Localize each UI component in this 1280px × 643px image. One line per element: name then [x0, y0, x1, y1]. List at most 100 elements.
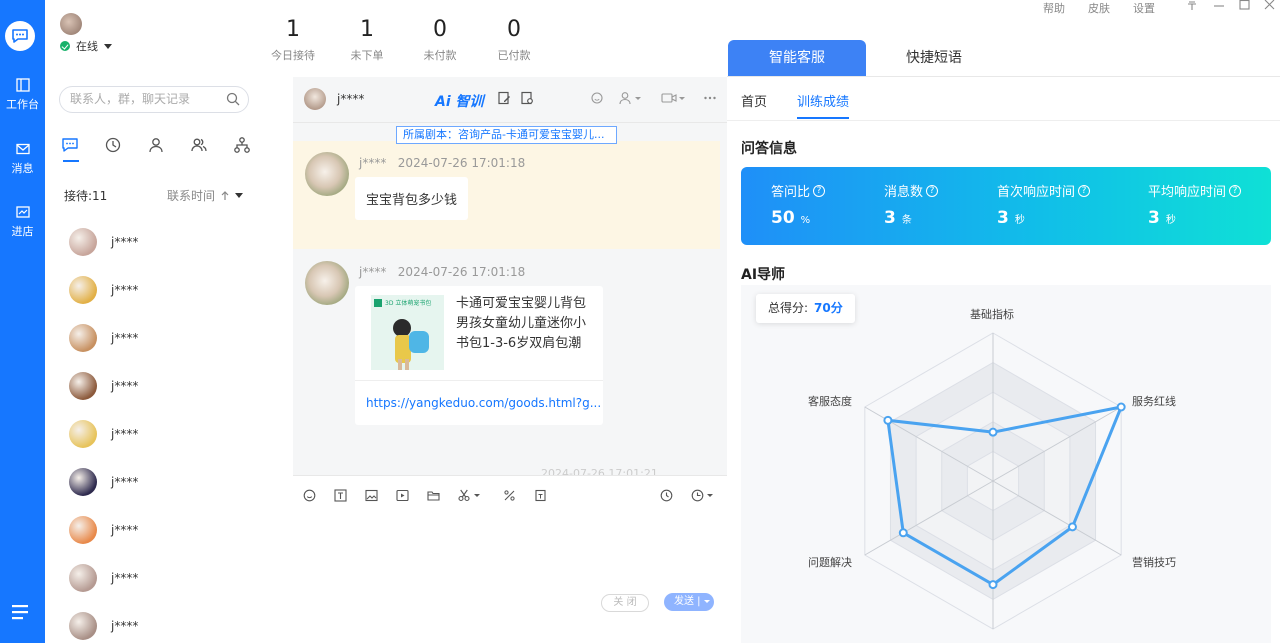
avatar	[69, 420, 97, 448]
schedule-icon[interactable]	[691, 489, 715, 502]
sender-name: j****	[359, 265, 387, 279]
rail-item-message[interactable]: 消息	[0, 142, 45, 176]
product-image-caption: 3D 立体萌宠书包	[385, 300, 432, 307]
avatar	[69, 516, 97, 544]
avatar[interactable]	[305, 152, 349, 196]
contact-name: j****	[111, 235, 139, 249]
list-item[interactable]: j****	[45, 458, 293, 506]
order-icon[interactable]	[534, 489, 547, 502]
chat-logo-icon[interactable]	[5, 21, 35, 51]
edit-icon[interactable]	[497, 91, 511, 105]
avatar	[69, 468, 97, 496]
sender-name: j****	[359, 156, 387, 170]
tab-org[interactable]	[233, 136, 251, 154]
stat-label: 今日接待	[271, 49, 315, 62]
contact-name: j****	[111, 619, 139, 633]
list-item[interactable]: j****	[45, 554, 293, 602]
video-file-icon[interactable]	[396, 489, 409, 502]
close-button[interactable]: 关 闭	[601, 594, 649, 612]
user-menu-icon[interactable]	[619, 91, 643, 105]
send-label: 发送 |	[674, 596, 701, 607]
message-bubble[interactable]: 宝宝背包多少钱	[355, 177, 469, 220]
chevron-down-icon	[104, 43, 112, 49]
list-item[interactable]: j****	[45, 362, 293, 410]
contact-name: j****	[111, 523, 139, 537]
contact-name: j****	[111, 475, 139, 489]
sort-dropdown[interactable]: 联系时间	[167, 187, 244, 204]
brand-badge	[374, 299, 382, 307]
product-title: 卡通可爱宝宝婴儿背包男孩女童幼儿童迷你小书包1-3-6岁双肩包潮	[456, 296, 587, 351]
scissors-icon[interactable]	[458, 489, 482, 502]
avatar	[69, 228, 97, 256]
product-link[interactable]: https://yangkeduo.com/goods.html?g...	[366, 396, 601, 410]
tab-groups[interactable]	[190, 136, 208, 154]
avatar	[69, 276, 97, 304]
workbench-icon	[15, 78, 30, 92]
store-icon	[15, 206, 30, 218]
avatar[interactable]	[304, 88, 326, 110]
contact-name: j****	[111, 331, 139, 345]
avatar	[69, 324, 97, 352]
more-icon[interactable]	[703, 91, 717, 105]
contact-tabs	[61, 136, 251, 162]
rail-label: 消息	[11, 162, 34, 175]
radar-point	[988, 427, 998, 437]
doc-settings-icon[interactable]	[520, 91, 534, 105]
text-format-icon[interactable]	[334, 489, 347, 502]
clock-icon	[105, 137, 121, 153]
coupon-icon[interactable]	[503, 489, 516, 502]
contact-name: j****	[111, 379, 139, 393]
video-icon[interactable]	[661, 91, 687, 105]
mail-icon	[15, 143, 30, 155]
chevron-down-icon[interactable]	[704, 600, 710, 604]
list-item[interactable]: j****	[45, 602, 293, 643]
search-placeholder: 联系人，群，聊天记录	[70, 92, 191, 106]
product-image: 3D 立体萌宠书包	[371, 295, 444, 370]
emoji-icon[interactable]	[591, 91, 603, 105]
radar-point	[898, 528, 908, 538]
list-item[interactable]: j****	[45, 266, 293, 314]
folder-icon[interactable]	[427, 489, 440, 502]
total-score: 总得分: 70分	[756, 294, 855, 323]
rail-item-workbench[interactable]: 工作台	[0, 78, 45, 112]
history-icon[interactable]	[660, 489, 673, 502]
stat-value: 0	[433, 17, 447, 42]
emoji-icon[interactable]	[303, 489, 316, 502]
tab-chats[interactable]	[61, 136, 79, 162]
rail-item-store[interactable]: 进店	[0, 205, 45, 239]
list-item[interactable]: j****	[45, 218, 293, 266]
radar-point	[1116, 402, 1126, 412]
radar-axis-label: 服务红线	[1132, 395, 1176, 408]
radar-point	[988, 580, 998, 590]
search-input[interactable]: 联系人，群，聊天记录	[59, 86, 249, 113]
list-item[interactable]: j****	[45, 410, 293, 458]
product-card[interactable]: 3D 立体萌宠书包 卡通可爱宝宝婴儿背包男孩女童幼儿童迷你小书包1-3-6岁双肩…	[355, 286, 603, 425]
tab-contacts[interactable]	[147, 136, 165, 154]
stat-not-ordered: 1 未下单	[332, 16, 402, 63]
script-tag[interactable]: 所属剧本：咨询产品-卡通可爱宝宝婴儿...	[396, 126, 617, 144]
list-item[interactable]: j****	[45, 506, 293, 554]
contact-name: j****	[111, 427, 139, 441]
message-time: 2024-07-26 17:01:21	[541, 467, 658, 475]
send-button[interactable]: 发送 |	[664, 593, 714, 611]
list-item[interactable]: j****	[45, 314, 293, 362]
divider	[355, 380, 603, 381]
contact-name: j****	[111, 571, 139, 585]
ai-training-button[interactable]: Ai 智训	[435, 91, 484, 111]
chat-header: j**** Ai 智训	[293, 77, 727, 123]
avatar[interactable]	[305, 261, 349, 305]
menu-icon[interactable]	[12, 604, 30, 620]
online-status[interactable]: 在线	[60, 38, 112, 54]
image-icon[interactable]	[365, 489, 378, 502]
avatar	[69, 372, 97, 400]
avatar	[69, 564, 97, 592]
radar-axis-label: 问题解决	[808, 556, 852, 569]
radar-axis-label: 基础指标	[970, 308, 1014, 321]
radar-axis-label: 客服态度	[808, 395, 852, 408]
chat-contact-name: j****	[337, 92, 365, 106]
radar-point	[883, 415, 893, 425]
avatar[interactable]	[60, 13, 82, 35]
stat-value: 0	[507, 17, 521, 42]
tab-recent[interactable]	[104, 136, 122, 154]
stat-value: 1	[360, 17, 374, 42]
